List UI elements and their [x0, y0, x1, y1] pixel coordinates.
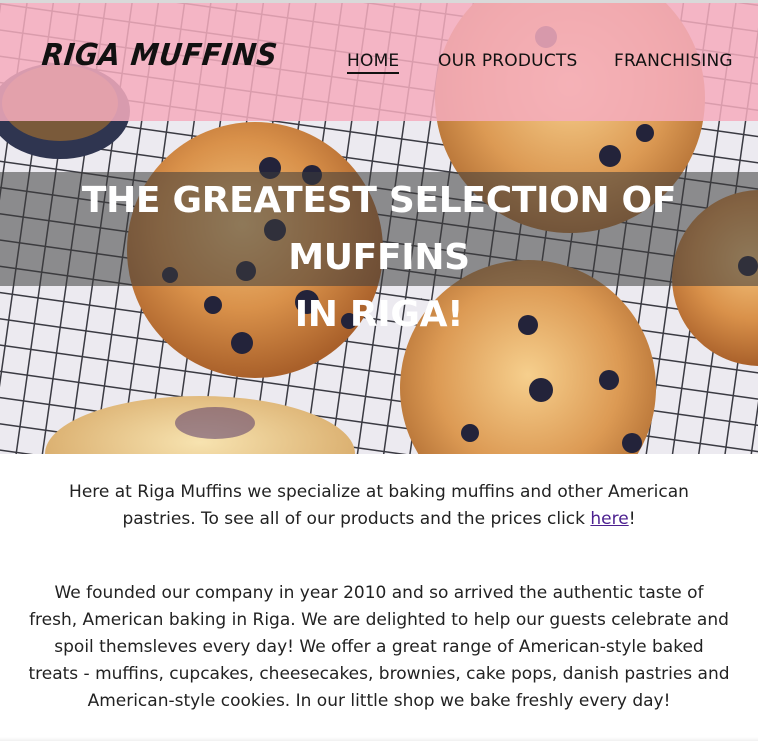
hero-headline-line-1: THE GREATEST SELECTION OF MUFFINS — [81, 180, 677, 278]
about-paragraph: We founded our company in year 2010 and … — [28, 583, 730, 711]
bottom-shadow — [0, 737, 758, 741]
site-header: RIGA MUFFINS HOME OUR PRODUCTS FRANCHISI… — [0, 3, 758, 121]
nav-item-our-products[interactable]: OUR PRODUCTS — [438, 51, 577, 71]
hero-headline: THE GREATEST SELECTION OF MUFFINS IN RIG… — [0, 172, 758, 343]
main-nav: HOME OUR PRODUCTS FRANCHISING — [0, 51, 758, 81]
page: RIGA MUFFINS HOME OUR PRODUCTS FRANCHISI… — [0, 0, 758, 741]
top-border — [0, 0, 758, 3]
nav-item-franchising[interactable]: FRANCHISING — [614, 51, 733, 71]
intro-text-end: ! — [628, 509, 636, 529]
hero-headline-band: THE GREATEST SELECTION OF MUFFINS IN RIG… — [0, 172, 758, 335]
hero-headline-line-2: IN RIGA! — [294, 294, 464, 335]
main-content: Here at Riga Muffins we specialize at ba… — [0, 454, 758, 741]
intro-paragraph: Here at Riga Muffins we specialize at ba… — [50, 479, 708, 533]
nav-item-home[interactable]: HOME — [347, 51, 400, 74]
products-link[interactable]: here — [590, 509, 628, 529]
